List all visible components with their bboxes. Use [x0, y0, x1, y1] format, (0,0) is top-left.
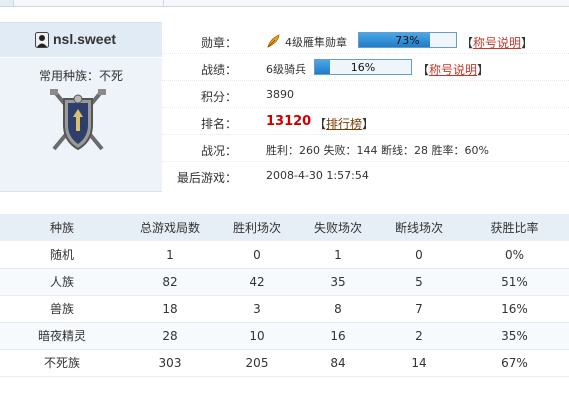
cell-losses: 8: [298, 295, 378, 323]
cell-win-rate: 16%: [460, 295, 569, 323]
leaderboard-link[interactable]: 排行榜: [326, 117, 362, 131]
cell-total-games: 28: [124, 322, 216, 350]
cell-race: 人族: [0, 268, 124, 296]
record-title-link-group: 【称号说明】: [417, 61, 489, 78]
last-game-row: 最后游戏： 2008-4-30 1:57:54: [162, 162, 569, 189]
table-header-row: 种族 总游戏局数 胜利场次 失败场次 断线场次 获胜比率: [0, 214, 569, 242]
medal-progress-bar: 73%: [358, 32, 457, 48]
last-game-value: 2008-4-30 1:57:54: [266, 169, 369, 182]
rank-label: 排名：: [200, 117, 237, 131]
bracket-open: 【: [417, 63, 430, 77]
column-header-win-rate: 获胜比率: [460, 214, 569, 242]
cell-losses: 35: [298, 268, 378, 296]
cell-disconnects: 14: [378, 349, 460, 377]
cell-disconnects: 0: [378, 241, 460, 269]
stats-info-panel: 勋章： 4级雁隼勋章 73% 【称号说明】 战绩： 6级骑兵 16% 【称号说明…: [162, 22, 569, 192]
cell-win-rate: 67%: [460, 349, 569, 377]
record-progress-text: 16%: [350, 61, 376, 74]
table-body: 随机 1 0 1 0 0% 人族 82 42 35 5 51% 兽族 18 3 8 7 16% 暗夜精灵 28 10 16…: [0, 241, 569, 377]
cell-win-rate: 51%: [460, 268, 569, 296]
cell-wins: 205: [216, 349, 298, 377]
profile-panel: nsl.sweet 常用种族：不死: [0, 22, 162, 192]
cell-total-games: 82: [124, 268, 216, 296]
cell-wins: 42: [216, 268, 298, 296]
cell-win-rate: 0%: [460, 241, 569, 269]
profile-header: nsl.sweet: [0, 23, 162, 58]
cell-race: 暗夜精灵: [0, 322, 124, 350]
shield-crest-icon: [50, 89, 106, 151]
cell-disconnects: 5: [378, 268, 460, 296]
username: nsl.sweet: [53, 31, 117, 47]
record-progress-bar: 16%: [314, 59, 412, 75]
medal-label: 勋章：: [200, 36, 237, 50]
bracket-close: 】: [521, 36, 534, 50]
cell-losses: 1: [298, 241, 378, 269]
medal-value: 4级雁隼勋章: [285, 36, 347, 49]
table-row: 随机 1 0 1 0 0%: [0, 241, 569, 269]
rank-value: 13120: [266, 114, 312, 129]
race-stats-table: 种族 总游戏局数 胜利场次 失败场次 断线场次 获胜比率 随机 1 0 1 0 0% 人族 8…: [0, 214, 569, 377]
bracket-open: 【: [314, 117, 327, 131]
feather-medal-icon: [267, 34, 280, 48]
table-row: 人族 82 42 35 5 51%: [0, 268, 569, 296]
bracket-open: 【: [461, 36, 474, 50]
cell-total-games: 18: [124, 295, 216, 323]
cell-race: 不死族: [0, 349, 124, 377]
medal-title-link-group: 【称号说明】: [461, 34, 533, 51]
medal-progress-text: 73%: [395, 34, 420, 47]
cell-wins: 0: [216, 241, 298, 269]
column-header-race: 种族: [0, 214, 124, 242]
top-strip-segment: [0, 0, 14, 7]
record-row: 战绩： 6级骑兵 16% 【称号说明】: [162, 54, 569, 81]
medal-row: 勋章： 4级雁隼勋章 73% 【称号说明】: [162, 27, 569, 54]
column-header-disconnects: 断线场次: [378, 214, 460, 242]
leaderboard-link-group: 【排行榜】: [314, 115, 374, 132]
cell-wins: 10: [216, 322, 298, 350]
table-row: 暗夜精灵 28 10 16 2 35%: [0, 322, 569, 350]
table-row: 兽族 18 3 8 7 16%: [0, 295, 569, 323]
cell-total-games: 303: [124, 349, 216, 377]
column-header-wins: 胜利场次: [216, 214, 298, 242]
favorite-race-label: 常用种族：不死: [38, 69, 123, 83]
cell-disconnects: 2: [378, 322, 460, 350]
cell-race: 随机: [0, 241, 124, 269]
record-value: 6级骑兵: [266, 63, 306, 76]
user-avatar-icon: [35, 32, 49, 48]
battle-summary: 胜利：260 失败：144 断线：28 胜率：60%: [266, 144, 489, 157]
record-label: 战绩：: [200, 63, 237, 77]
cell-disconnects: 7: [378, 295, 460, 323]
battle-row: 战况： 胜利：260 失败：144 断线：28 胜率：60%: [162, 135, 569, 162]
cell-total-games: 1: [124, 241, 216, 269]
cell-win-rate: 35%: [460, 322, 569, 350]
record-title-explanation-link[interactable]: 称号说明: [429, 63, 477, 77]
table-row: 不死族 303 205 84 14 67%: [0, 349, 569, 377]
rank-row: 排名： 13120 【排行榜】: [162, 108, 569, 135]
points-value: 3890: [266, 88, 294, 101]
cell-wins: 3: [216, 295, 298, 323]
bracket-close: 】: [477, 63, 490, 77]
column-header-total-games: 总游戏局数: [124, 214, 216, 242]
column-header-losses: 失败场次: [298, 214, 378, 242]
medal-title-explanation-link[interactable]: 称号说明: [473, 36, 521, 50]
top-strip: [0, 0, 569, 14]
points-label: 积分：: [200, 90, 237, 104]
cell-losses: 84: [298, 349, 378, 377]
points-row: 积分： 3890: [162, 81, 569, 108]
top-strip-segment: [14, 0, 164, 7]
cell-losses: 16: [298, 322, 378, 350]
last-game-label: 最后游戏：: [176, 171, 237, 185]
bracket-close: 】: [362, 117, 375, 131]
cell-race: 兽族: [0, 295, 124, 323]
battle-label: 战况：: [200, 144, 237, 158]
top-strip-segment: [164, 0, 569, 7]
